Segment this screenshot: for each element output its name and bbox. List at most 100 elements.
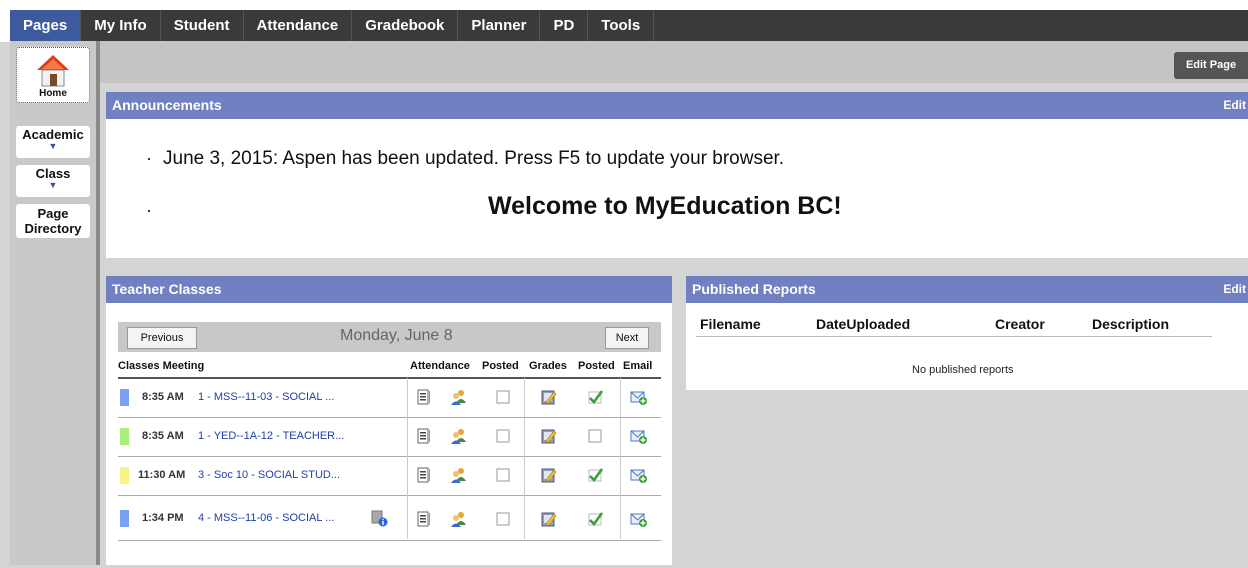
class-time: 11:30 AM (138, 469, 186, 481)
top-bar: Pages My Info Student Attendance Gradebo… (0, 0, 1248, 42)
gradebook-icon[interactable] (539, 388, 557, 406)
published-reports-header: Published Reports Edit (686, 276, 1248, 303)
arrow-down-icon: ▼ (48, 141, 58, 151)
col-posted-attendance: Posted (482, 360, 519, 372)
col-creator: Creator (995, 316, 1045, 332)
column-separator (524, 378, 525, 539)
email-add-icon[interactable] (629, 510, 647, 528)
checkbox-icon[interactable] (494, 427, 512, 445)
col-date-uploaded: DateUploaded (816, 316, 911, 332)
attendance-list-icon[interactable] (415, 466, 433, 484)
page-directory-label-1: Page (37, 206, 69, 221)
table-row: 8:35 AM 1 - MSS--11-03 - SOCIAL ... (118, 377, 661, 418)
column-separator (407, 378, 408, 539)
arrow-down-icon: ▼ (48, 180, 58, 190)
table-row: 1:34 PM 4 - MSS--11-06 - SOCIAL ... (118, 495, 661, 568)
people-icon[interactable] (450, 427, 468, 445)
edit-page-button[interactable]: Edit Page (1174, 52, 1248, 79)
home-label: Home (39, 88, 67, 99)
checkmark-icon[interactable] (586, 388, 604, 406)
tab-my-info[interactable]: My Info (81, 10, 161, 41)
checkmark-icon[interactable] (586, 466, 604, 484)
tab-attendance[interactable]: Attendance (244, 10, 353, 41)
gradebook-icon[interactable] (539, 510, 557, 528)
class-color-swatch (120, 389, 129, 406)
announcements-edit-link[interactable]: Edit (1223, 92, 1246, 119)
class-color-swatch (120, 467, 129, 484)
day-title: Monday, June 8 (340, 327, 453, 344)
email-add-icon[interactable] (629, 427, 647, 445)
academic-label: Academic (22, 127, 84, 142)
checkbox-icon[interactable] (494, 466, 512, 484)
sidebar-divider (96, 41, 100, 565)
class-link[interactable]: 3 - Soc 10 - SOCIAL STUD... (198, 469, 340, 481)
published-reports-edit-link[interactable]: Edit (1223, 276, 1246, 303)
announcements-title: Announcements (112, 97, 222, 113)
attendance-list-icon[interactable] (415, 427, 433, 445)
people-icon[interactable] (450, 510, 468, 528)
class-label: Class (35, 166, 71, 181)
announcement-item: June 3, 2015: Aspen has been updated. Pr… (163, 148, 785, 169)
col-posted-grades: Posted (578, 360, 615, 372)
col-filename: Filename (700, 316, 761, 332)
no-reports-message: No published reports (912, 364, 1014, 376)
people-icon[interactable] (450, 388, 468, 406)
teacher-classes-header: Teacher Classes (106, 276, 672, 303)
col-attendance: Attendance (410, 360, 470, 372)
table-row: 8:35 AM 1 - YED--1A-12 - TEACHER... (118, 417, 661, 456)
col-grades: Grades (529, 360, 567, 372)
announcements-header: Announcements Edit (106, 92, 1248, 119)
attendance-list-icon[interactable] (415, 388, 433, 406)
checkmark-icon[interactable] (586, 510, 604, 528)
gradebook-icon[interactable] (539, 427, 557, 445)
teacher-classes-title: Teacher Classes (112, 281, 222, 297)
sidebar-item-academic[interactable]: Academic ▼ (16, 126, 90, 158)
teacher-classes-panel: Teacher Classes Previous Monday, June 8 … (106, 276, 672, 565)
col-classes-meeting: Classes Meeting (118, 360, 205, 372)
checkbox-icon[interactable] (586, 427, 604, 445)
column-separator (620, 378, 621, 539)
info-icon[interactable] (370, 509, 388, 527)
class-link[interactable]: 1 - MSS--11-03 - SOCIAL ... (198, 391, 334, 403)
class-time: 8:35 AM (142, 391, 184, 403)
checkbox-icon[interactable] (494, 388, 512, 406)
previous-button[interactable]: Previous (127, 327, 197, 349)
day-navigation: Previous Monday, June 8 Next (118, 322, 661, 352)
welcome-message: Welcome to MyEducation BC! (488, 192, 842, 220)
col-description: Description (1092, 316, 1170, 332)
checkbox-icon[interactable] (494, 510, 512, 528)
tab-pd[interactable]: PD (540, 10, 589, 41)
gradebook-icon[interactable] (539, 466, 557, 484)
tab-pages[interactable]: Pages (10, 10, 82, 41)
tab-student[interactable]: Student (161, 10, 244, 41)
page-directory-label-2: Directory (24, 221, 82, 236)
people-icon[interactable] (450, 466, 468, 484)
announcements-panel: Announcements Edit · June 3, 2015: Aspen… (106, 92, 1248, 258)
reports-header-divider (696, 336, 1212, 337)
sidebar-item-class[interactable]: Class ▼ (16, 165, 90, 197)
sidebar-item-home[interactable]: Home (16, 47, 90, 103)
bullet: · (146, 148, 152, 168)
sidebar-item-page-directory[interactable]: Page Directory (16, 204, 90, 238)
attendance-list-icon[interactable] (415, 510, 433, 528)
tab-gradebook[interactable]: Gradebook (352, 10, 459, 41)
page-toolbar (100, 41, 1248, 83)
class-link[interactable]: 4 - MSS--11-06 - SOCIAL ... (198, 512, 334, 524)
published-reports-title: Published Reports (692, 281, 816, 297)
email-add-icon[interactable] (629, 466, 647, 484)
class-time: 8:35 AM (142, 430, 184, 442)
email-add-icon[interactable] (629, 388, 647, 406)
home-icon (37, 55, 69, 87)
published-reports-panel: Published Reports Edit Filename DateUplo… (686, 276, 1248, 390)
tab-tools[interactable]: Tools (588, 10, 655, 41)
col-email: Email (623, 360, 653, 372)
class-color-swatch (120, 510, 129, 527)
class-color-swatch (120, 428, 129, 445)
class-link[interactable]: 1 - YED--1A-12 - TEACHER... (198, 430, 344, 442)
tab-planner[interactable]: Planner (458, 10, 541, 41)
bullet: · (146, 200, 152, 220)
sidebar: Home Academic ▼ Class ▼ Page Directory (10, 41, 96, 565)
table-row: 11:30 AM 3 - Soc 10 - SOCIAL STUD... (118, 456, 661, 495)
class-time: 1:34 PM (142, 512, 184, 524)
next-button[interactable]: Next (605, 327, 649, 349)
